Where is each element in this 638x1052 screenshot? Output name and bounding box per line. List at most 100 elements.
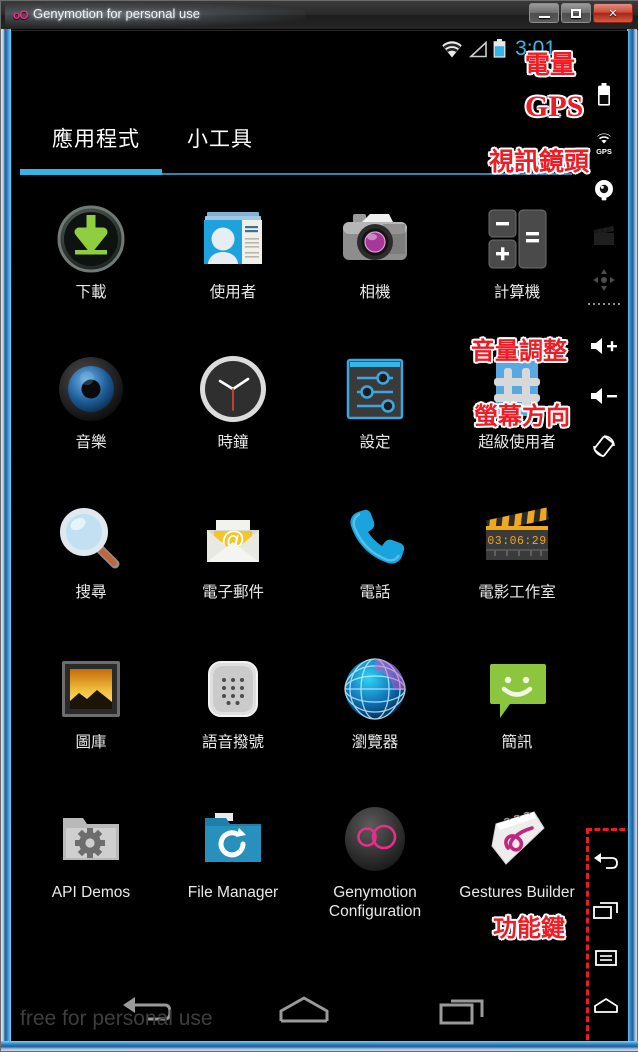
clock-icon — [162, 341, 304, 437]
toolbar-separator — [588, 303, 620, 305]
api-demos-icon — [20, 791, 162, 887]
app-item-messaging[interactable]: 簡訊 — [446, 641, 588, 791]
browser-icon — [304, 641, 446, 737]
maximize-button[interactable] — [561, 3, 591, 23]
annotation-function-keys: 功能鍵 — [493, 914, 565, 942]
app-item-people[interactable]: 使用者 — [162, 191, 304, 341]
app-item-email[interactable]: @ 電子郵件 — [162, 491, 304, 641]
app-grid: 下載 使用者 相機 計算機 音樂 時鐘 設定 超級使用者 搜尋 @ 電子郵件 電… — [12, 191, 580, 981]
tab-apps[interactable]: 應用程式 — [52, 123, 140, 153]
svg-text:GPS: GPS — [596, 147, 612, 156]
app-label: 設定 — [359, 434, 391, 451]
toolbar-battery-button[interactable] — [580, 77, 628, 111]
app-item-calculator[interactable]: 計算機 — [446, 191, 588, 341]
app-label: Gestures Builder — [459, 884, 575, 901]
annotation-volume: 音量調整 — [471, 337, 567, 365]
gestures-builder-icon — [446, 791, 588, 887]
status-icons — [441, 39, 506, 58]
dpad-icon — [591, 267, 617, 293]
app-item-phone[interactable]: 電話 — [304, 491, 446, 641]
genymotion-config-icon — [304, 791, 446, 887]
maximize-icon — [562, 4, 590, 22]
app-row: 圖庫 語音撥號 瀏覽器 簡訊 — [12, 641, 580, 791]
nav-recent-apps-button[interactable] — [436, 991, 490, 1029]
app-label: 瀏覽器 — [351, 734, 399, 751]
file-manager-icon — [162, 791, 304, 887]
email-icon: @ — [162, 491, 304, 587]
music-icon — [20, 341, 162, 437]
voice-dialer-icon — [162, 641, 304, 737]
app-label: 下載 — [75, 284, 107, 301]
minimize-button[interactable] — [529, 3, 559, 23]
app-label: 簡訊 — [501, 734, 533, 751]
app-item-search[interactable]: 搜尋 — [20, 491, 162, 641]
gps-icon: GPS — [591, 131, 617, 157]
app-label: 搜尋 — [75, 584, 107, 601]
people-icon — [162, 191, 304, 287]
window-frame-bottom — [1, 1041, 638, 1051]
app-row: 下載 使用者 相機 計算機 — [12, 191, 580, 341]
toolbar-dpad-button[interactable] — [580, 263, 628, 297]
window-title-bar[interactable]: oO Genymotion for personal use ✕ — [1, 1, 638, 30]
android-screen: 3:01 應用程式 小工具 下載 使用者 相機 計算機 音樂 時鐘 設定 超級使… — [12, 31, 580, 1041]
toolbar-movie-recorder-button[interactable] — [580, 219, 628, 253]
settings-icon — [304, 341, 446, 437]
close-button[interactable]: ✕ — [593, 3, 633, 23]
app-label: 時鐘 — [217, 434, 249, 451]
app-item-movie-studio[interactable]: 03:06:29 電影工作室 — [446, 491, 588, 641]
signal-icon — [468, 41, 488, 58]
app-label: 電子郵件 — [201, 584, 264, 601]
app-label: 相機 — [359, 284, 391, 301]
app-label: 圖庫 — [75, 734, 107, 751]
app-item-camera[interactable]: 相機 — [304, 191, 446, 341]
window-frame-right — [627, 29, 637, 1049]
status-bar: 3:01 — [12, 31, 580, 67]
genymotion-window: oO Genymotion for personal use ✕ 3:01 應用… — [0, 0, 638, 1052]
downloads-icon — [20, 191, 162, 287]
toolbar-volume-down-button[interactable] — [580, 379, 628, 413]
annotation-battery: 電量 — [525, 50, 576, 79]
app-label: 音樂 — [75, 434, 107, 451]
camera-icon — [304, 191, 446, 287]
app-item-music[interactable]: 音樂 — [20, 341, 162, 491]
app-item-file-manager[interactable]: File Manager — [162, 791, 304, 941]
app-row: 搜尋 @ 電子郵件 電話 03:06:29 電影工作室 — [12, 491, 580, 641]
app-label: API Demos — [51, 884, 131, 901]
app-item-genymotion-config[interactable]: Genymotion Configuration — [304, 791, 446, 941]
volume-up-icon — [589, 336, 619, 356]
app-label: 超級使用者 — [478, 434, 556, 451]
toolbar-rotate-button[interactable] — [580, 429, 628, 463]
watermark-text: free for personal use — [20, 1007, 213, 1030]
movie-timecode: 03:06:29 — [487, 535, 546, 548]
messaging-icon — [446, 641, 588, 737]
app-item-downloads[interactable]: 下載 — [20, 191, 162, 341]
movie-studio-icon: 03:06:29 — [446, 491, 588, 587]
app-label: 語音撥號 — [201, 734, 264, 751]
app-item-api-demos[interactable]: API Demos — [20, 791, 162, 941]
app-label: 使用者 — [209, 284, 257, 301]
nav-home-button[interactable] — [277, 991, 331, 1029]
toolbar-webcam-button[interactable] — [580, 173, 628, 207]
app-item-browser[interactable]: 瀏覽器 — [304, 641, 446, 791]
annotation-webcam: 視訊鏡頭 — [489, 147, 590, 176]
app-item-clock[interactable]: 時鐘 — [162, 341, 304, 491]
toolbar-volume-up-button[interactable] — [580, 329, 628, 363]
phone-icon — [304, 491, 446, 587]
tab-widgets[interactable]: 小工具 — [187, 123, 253, 153]
wifi-icon — [441, 41, 463, 58]
battery-icon — [493, 39, 506, 58]
device-viewport: 3:01 應用程式 小工具 下載 使用者 相機 計算機 音樂 時鐘 設定 超級使… — [12, 31, 628, 1041]
app-item-voice-dialer[interactable]: 語音撥號 — [162, 641, 304, 791]
rotate-icon — [591, 433, 617, 459]
minimize-icon — [530, 4, 558, 22]
app-label: 電話 — [359, 584, 391, 601]
gallery-icon — [20, 641, 162, 737]
calculator-icon — [446, 191, 588, 287]
app-label: 計算機 — [493, 284, 541, 301]
webcam-icon — [593, 179, 615, 201]
app-item-settings[interactable]: 設定 — [304, 341, 446, 491]
home-icon — [277, 995, 331, 1025]
app-item-gallery[interactable]: 圖庫 — [20, 641, 162, 791]
tab-active-indicator — [20, 169, 162, 175]
annotation-gps: GPS — [525, 90, 584, 123]
